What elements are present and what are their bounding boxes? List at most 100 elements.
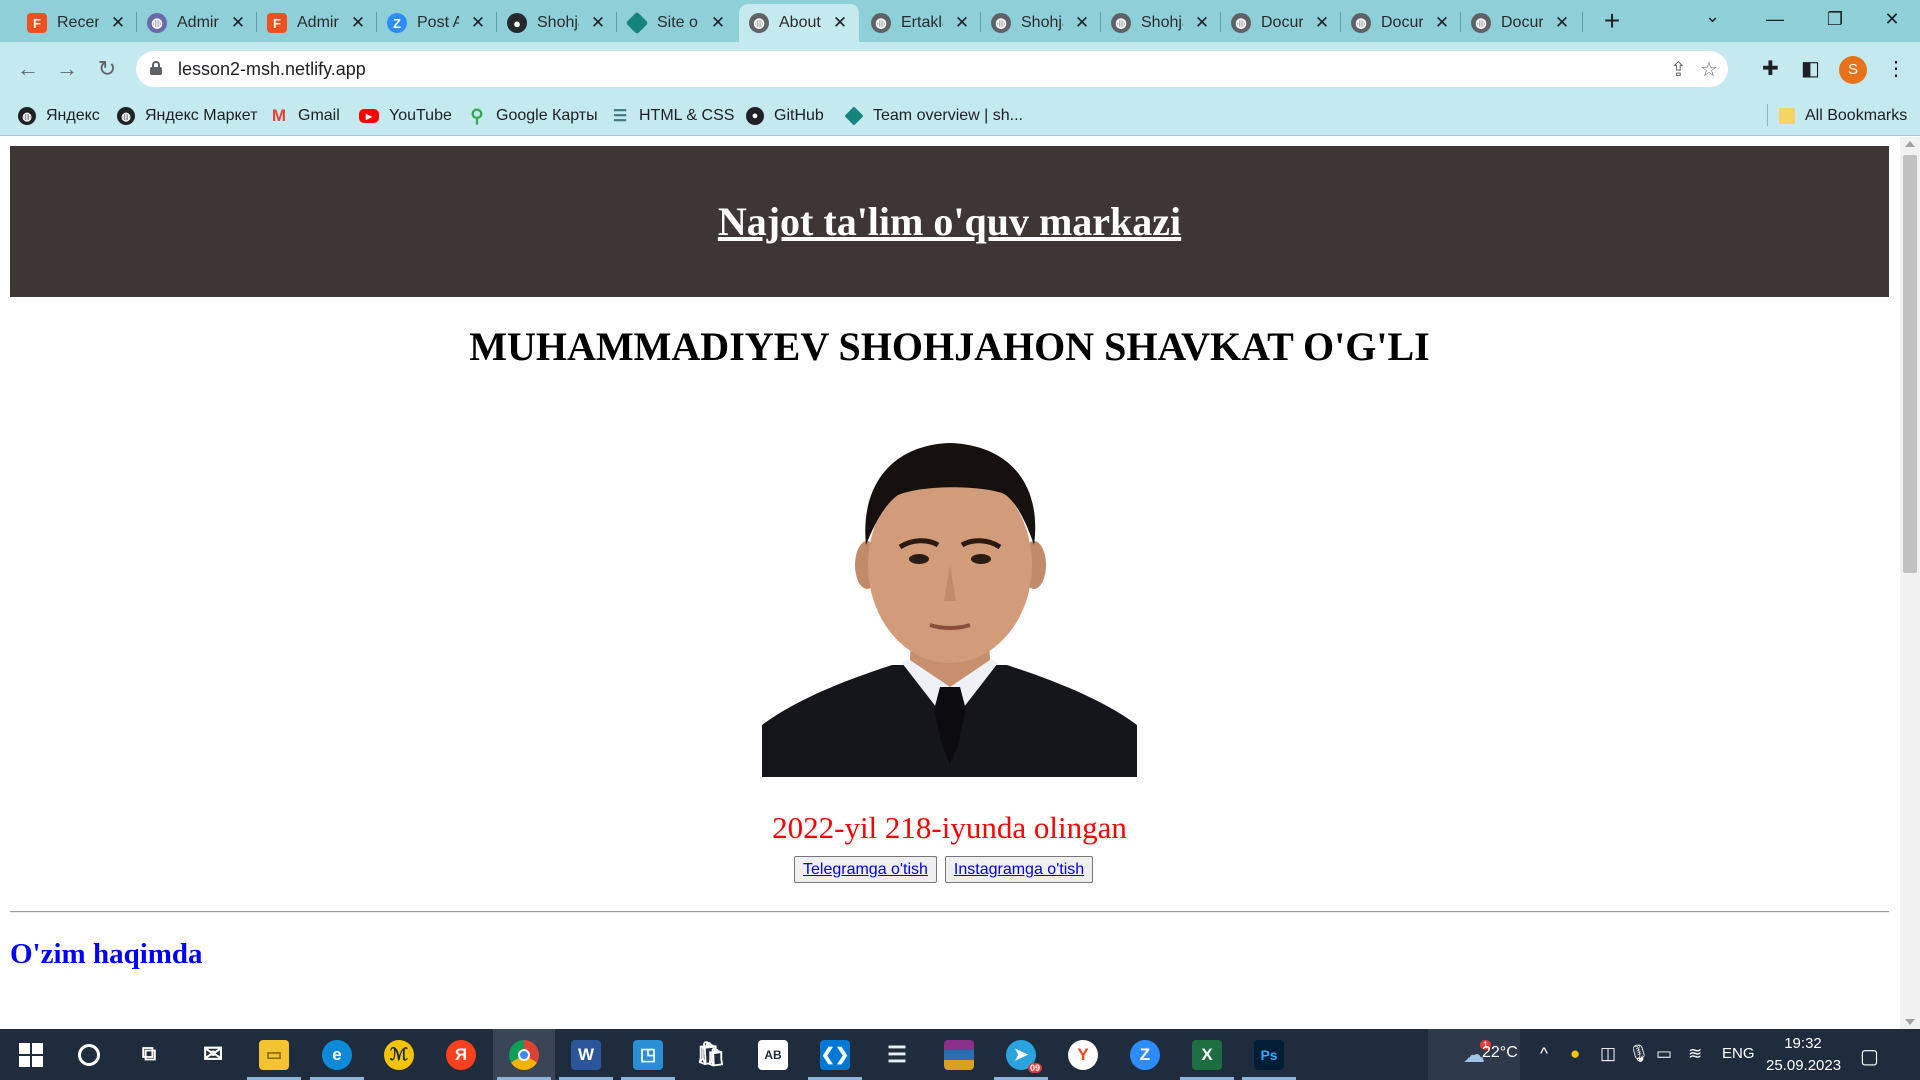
close-icon[interactable]: ✕ <box>1193 13 1211 33</box>
vscode-app[interactable]: ❮❯ <box>804 1029 866 1080</box>
new-tab-plus-icon[interactable]: + <box>1596 4 1628 38</box>
bookmark-star-icon[interactable]: ☆ <box>1700 57 1718 82</box>
kebab-menu-icon[interactable]: ⋮ <box>1886 56 1906 81</box>
tab-search-chevron-icon[interactable]: ⌄ <box>1705 6 1720 27</box>
person-name-heading: MUHAMMADIYEV SHOHJAHON SHAVKAT O'G'LI <box>469 324 1430 369</box>
side-panel-icon[interactable]: ◧ <box>1801 56 1820 81</box>
abbyy-app[interactable]: AB <box>742 1029 804 1080</box>
tab-post[interactable]: Z Post A ✕ <box>377 4 497 42</box>
mail-app[interactable]: ✉ <box>182 1029 244 1080</box>
yellow-app-icon: ℳ <box>384 1039 414 1070</box>
page-scrollbar[interactable] <box>1900 137 1920 1029</box>
tab-label: Admir <box>177 14 219 31</box>
bookmark-html-css[interactable]: ☰ HTML & CSS <box>611 104 735 128</box>
telegram-button[interactable]: Telegramga o'tish <box>794 856 937 883</box>
yandex-app[interactable]: Y <box>1052 1029 1114 1080</box>
restore-icon[interactable]: ❐ <box>1805 0 1865 40</box>
window-close-icon[interactable]: ✕ <box>1862 0 1920 40</box>
tab-admin-2[interactable]: F Admir ✕ <box>257 4 377 42</box>
edge-app[interactable]: e <box>306 1029 368 1080</box>
app-yellow[interactable]: ℳ <box>368 1029 430 1080</box>
microphone-icon[interactable]: 🎙 <box>1628 1044 1650 1064</box>
site-title-link[interactable]: Najot ta'lim o'quv markazi <box>718 198 1181 245</box>
clock[interactable]: 19:32 25.09.2023 <box>1766 1033 1841 1077</box>
close-icon[interactable]: ✕ <box>109 13 127 33</box>
bookmark-team-overview[interactable]: Team overview | sh... <box>844 104 1023 128</box>
bookmark-label: YouTube <box>389 107 452 124</box>
bookmark-google-maps[interactable]: ⚲ Google Карты <box>468 104 597 128</box>
tab-document-3[interactable]: ◍ Docur ✕ <box>1461 4 1581 42</box>
minimize-icon[interactable]: — <box>1745 0 1805 40</box>
telegram-app[interactable]: ➤ 09 <box>990 1029 1052 1080</box>
close-icon[interactable]: ✕ <box>1313 13 1331 33</box>
reload-icon[interactable]: ↻ <box>93 55 121 83</box>
winrar-app[interactable] <box>928 1029 990 1080</box>
tab-about[interactable]: ◍ About ✕ <box>739 4 859 42</box>
tab-ertaklar[interactable]: ◍ Ertakla ✕ <box>861 4 981 42</box>
tab-document-2[interactable]: ◍ Docur ✕ <box>1341 4 1461 42</box>
network-badge-icon[interactable]: ● <box>1570 1044 1580 1064</box>
scroll-up-arrow-icon[interactable] <box>1905 141 1915 147</box>
tab-label: Docur <box>1501 14 1543 31</box>
tab-document-1[interactable]: ◍ Docur ✕ <box>1221 4 1341 42</box>
forward-arrow-icon[interactable]: → <box>53 55 81 83</box>
tab-admin-1[interactable]: ◍ Admir ✕ <box>137 4 257 42</box>
close-icon[interactable]: ✕ <box>349 13 367 33</box>
microsoft-store-app[interactable]: 🛍 <box>680 1029 742 1080</box>
bookmark-gmail[interactable]: M Gmail <box>270 104 340 128</box>
file-explorer-app[interactable]: ▭ <box>243 1029 305 1080</box>
telegram-icon: ➤ 09 <box>1006 1039 1042 1073</box>
extensions-puzzle-icon[interactable]: ✚ <box>1762 56 1779 81</box>
meet-camera-icon[interactable]: ◫ <box>1600 1044 1616 1064</box>
chevron-up-icon[interactable]: ^ <box>1540 1044 1548 1064</box>
scroll-down-arrow-icon[interactable] <box>1905 1019 1915 1025</box>
close-icon[interactable]: ✕ <box>953 13 971 33</box>
tab-site-overview[interactable]: Site o ✕ <box>617 4 737 42</box>
url-text[interactable]: lesson2-msh.netlify.app <box>178 59 366 80</box>
close-icon[interactable]: ✕ <box>1073 13 1091 33</box>
excel-app[interactable]: X <box>1176 1029 1238 1080</box>
battery-icon[interactable]: ▭ <box>1656 1044 1672 1064</box>
windows-logo-icon <box>19 1042 43 1067</box>
bookmark-yandex[interactable]: ◍ Яндекс <box>18 104 100 128</box>
telegram-badge: 09 <box>1027 1062 1042 1073</box>
bookmark-github[interactable]: ● GitHub <box>746 104 824 128</box>
yandex-browser-app[interactable]: Я <box>430 1029 492 1080</box>
profile-avatar[interactable]: S <box>1839 56 1867 84</box>
wifi-icon[interactable]: ≋ <box>1688 1044 1702 1064</box>
app-blue-square[interactable]: ◳ <box>617 1029 679 1080</box>
scroll-thumb[interactable] <box>1903 155 1917 573</box>
close-icon[interactable]: ✕ <box>229 13 247 33</box>
search-button[interactable] <box>58 1029 120 1080</box>
close-icon[interactable]: ✕ <box>1433 13 1451 33</box>
chrome-app[interactable] <box>493 1029 555 1080</box>
start-button[interactable] <box>0 1029 62 1080</box>
tab-figma-recent[interactable]: F Recen ✕ <box>17 4 137 42</box>
tab-label: Docur <box>1381 14 1423 31</box>
close-icon[interactable]: ✕ <box>1553 13 1571 33</box>
all-bookmarks-button[interactable]: All Bookmarks <box>1779 104 1907 128</box>
globe-icon: ◍ <box>991 13 1011 33</box>
close-icon[interactable]: ✕ <box>589 13 607 33</box>
close-icon[interactable]: ✕ <box>709 13 727 33</box>
back-arrow-icon[interactable]: ← <box>14 55 42 83</box>
layers-app[interactable]: ☰ <box>866 1029 928 1080</box>
zoom-app[interactable]: Z <box>1114 1029 1176 1080</box>
close-icon[interactable]: ✕ <box>831 13 849 33</box>
task-view-button[interactable]: ⧉ <box>118 1029 180 1080</box>
tab-shohjahon-2[interactable]: ◍ Shohja ✕ <box>1101 4 1221 42</box>
photo-caption: 2022-yil 218-iyunda olingan <box>772 810 1127 845</box>
bookmark-youtube[interactable]: ▶ YouTube <box>359 104 452 128</box>
notification-center-icon[interactable]: ▢ <box>1860 1044 1879 1069</box>
close-icon[interactable]: ✕ <box>469 13 487 33</box>
tab-shohjahon-1[interactable]: ◍ Shohja ✕ <box>981 4 1101 42</box>
language-indicator[interactable]: ENG <box>1722 1045 1755 1062</box>
word-app[interactable]: W <box>555 1029 617 1080</box>
globe-icon: ◍ <box>871 13 891 33</box>
address-bar[interactable]: lesson2-msh.netlify.app ⇪ ☆ <box>136 51 1728 87</box>
photoshop-app[interactable]: Ps <box>1238 1029 1300 1080</box>
tab-github[interactable]: ● Shohja ✕ <box>497 4 617 42</box>
bookmark-yandex-market[interactable]: ◍ Яндекс Маркет <box>117 104 257 128</box>
share-icon[interactable]: ⇪ <box>1670 57 1687 82</box>
instagram-button[interactable]: Instagramga o'tish <box>944 856 1094 883</box>
